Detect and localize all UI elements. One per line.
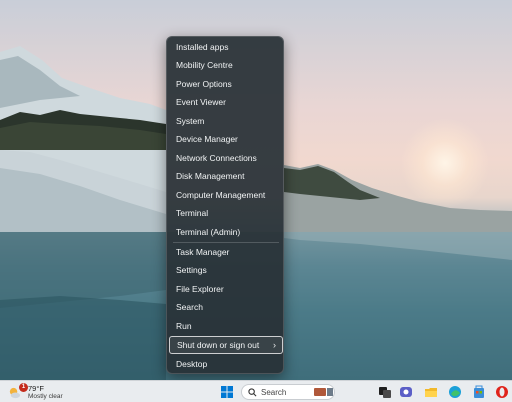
menu-item-shut-down-or-sign-out[interactable]: Shut down or sign out › xyxy=(169,336,283,354)
menu-item-disk-management[interactable]: Disk Management xyxy=(169,167,283,185)
search-highlight-icon xyxy=(314,388,333,396)
edge-icon[interactable] xyxy=(448,385,462,399)
menu-item-event-viewer[interactable]: Event Viewer xyxy=(169,93,283,111)
meet-icon[interactable] xyxy=(399,385,413,399)
start-icon[interactable] xyxy=(220,385,234,399)
winx-context-menu: Installed apps Mobility Centre Power Opt… xyxy=(166,36,284,374)
taskbar-search-box[interactable]: Search xyxy=(241,384,335,400)
menu-item-terminal-admin[interactable]: Terminal (Admin) xyxy=(169,223,283,241)
menu-item-computer-management[interactable]: Computer Management xyxy=(169,186,283,204)
menu-item-desktop[interactable]: Desktop xyxy=(169,355,283,373)
menu-item-file-explorer[interactable]: File Explorer xyxy=(169,280,283,298)
menu-item-installed-apps[interactable]: Installed apps xyxy=(169,38,283,56)
store-icon[interactable] xyxy=(472,385,486,399)
weather-widget[interactable]: 1 79°F Mostly clear xyxy=(6,383,76,401)
weather-condition: Mostly clear xyxy=(28,393,63,400)
file-explorer-icon[interactable] xyxy=(424,385,438,399)
menu-item-mobility-centre[interactable]: Mobility Centre xyxy=(169,56,283,74)
taskbar: 1 79°F Mostly clear Search xyxy=(0,380,512,402)
weather-temperature: 79°F xyxy=(28,384,44,393)
menu-item-run[interactable]: Run xyxy=(169,317,283,335)
menu-item-search[interactable]: Search xyxy=(169,298,283,316)
search-placeholder: Search xyxy=(261,387,287,397)
chevron-right-icon: › xyxy=(273,340,276,350)
menu-item-system[interactable]: System xyxy=(169,112,283,130)
menu-item-terminal[interactable]: Terminal xyxy=(169,204,283,222)
menu-item-task-manager[interactable]: Task Manager xyxy=(169,243,283,261)
task-view-icon[interactable] xyxy=(378,385,392,399)
menu-item-device-manager[interactable]: Device Manager xyxy=(169,130,283,148)
opera-icon[interactable] xyxy=(495,385,509,399)
menu-item-network-connections[interactable]: Network Connections xyxy=(169,149,283,167)
menu-item-settings[interactable]: Settings xyxy=(169,261,283,279)
search-icon xyxy=(248,388,257,397)
notification-badge: 1 xyxy=(19,383,28,392)
menu-item-power-options[interactable]: Power Options xyxy=(169,75,283,93)
